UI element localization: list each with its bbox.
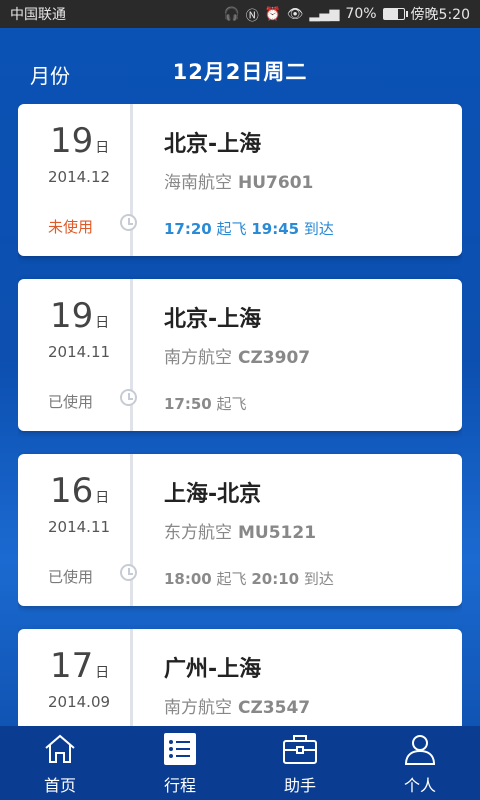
- clock-icon: [120, 214, 137, 231]
- card-divider: [130, 279, 133, 431]
- card-divider: [130, 629, 133, 728]
- tab-label: 行程: [163, 776, 196, 795]
- headset-icon: 🎧: [223, 6, 240, 22]
- signal-icon: ▂▄▆: [309, 6, 340, 22]
- trip-card[interactable]: 16 日 2014.11 已使用 上海-北京 东方航空 MU5121 18:00 起…: [18, 454, 462, 606]
- tab-label: 个人: [403, 776, 436, 795]
- trip-list[interactable]: 19 日 2014.12 未使用 北京-上海 海南航空 HU7601 17:20 起…: [18, 104, 462, 728]
- clock-icon: [120, 564, 137, 581]
- header: 月份 12月2日周二: [0, 28, 480, 104]
- trip-route: 上海-北京: [164, 482, 262, 507]
- trip-day: 19 日: [50, 296, 110, 336]
- tab-personal[interactable]: 个人: [360, 726, 480, 800]
- tab-label: 首页: [43, 776, 76, 795]
- trip-airline: 南方航空 CZ3547: [164, 698, 311, 718]
- tab-assistant[interactable]: 助手: [240, 726, 360, 800]
- tab-itinerary[interactable]: 行程: [120, 726, 240, 800]
- tab-label: 助手: [283, 776, 316, 795]
- battery-percent: 70%: [345, 6, 377, 22]
- trip-year-month: 2014.09: [48, 693, 111, 711]
- page-title: 12月2日周二: [172, 60, 308, 84]
- trip-times: 17:20 起飞 19:45 到达: [164, 220, 334, 238]
- trip-route: 北京-上海: [164, 307, 262, 332]
- itinerary-list-icon: [164, 733, 196, 765]
- battery-icon: [382, 8, 408, 20]
- trip-status: 未使用: [48, 218, 94, 236]
- trip-day: 16 日: [50, 471, 110, 511]
- carrier-name: 中国联通: [10, 7, 66, 23]
- eye-icon: 👁: [286, 6, 304, 22]
- trip-airline: 东方航空 MU5121: [164, 523, 317, 543]
- trip-day: 19 日: [50, 121, 110, 161]
- card-divider: [130, 104, 133, 256]
- alarm-icon: ⏰: [264, 6, 281, 22]
- status-bar: 中国联通 🎧 Ⓝ ⏰ 👁 ▂▄▆ 70% 傍晚5:20: [0, 0, 480, 28]
- trip-times: 17:50 起飞: [164, 395, 247, 413]
- trip-status: 已使用: [48, 568, 94, 586]
- briefcase-icon: [283, 735, 317, 764]
- clock-icon: [120, 389, 137, 406]
- trip-year-month: 2014.11: [48, 343, 111, 361]
- trip-airline: 南方航空 CZ3907: [164, 348, 311, 368]
- clock-time: 傍晚5:20: [410, 7, 470, 23]
- trip-year-month: 2014.11: [48, 518, 111, 536]
- trip-route: 广州-上海: [164, 657, 262, 682]
- bottom-tab-bar: 首页 行程 助手 个人: [0, 726, 480, 800]
- trip-year-month: 2014.12: [48, 168, 111, 186]
- trip-card[interactable]: 19 日 2014.11 已使用 北京-上海 南方航空 CZ3907 17:50 起…: [18, 279, 462, 431]
- home-icon: [45, 734, 75, 763]
- tab-home[interactable]: 首页: [0, 726, 120, 800]
- trip-airline: 海南航空 HU7601: [164, 173, 314, 193]
- trip-day: 17 日: [50, 646, 110, 686]
- trip-status: 已使用: [48, 393, 94, 411]
- trip-card[interactable]: 17 日 2014.09 广州-上海 南方航空 CZ3547: [18, 629, 462, 728]
- trip-times: 18:00 起飞 20:10 到达: [164, 570, 334, 588]
- card-divider: [130, 454, 133, 606]
- trip-route: 北京-上海: [164, 132, 262, 157]
- status-icons: 🎧 Ⓝ ⏰ 👁 ▂▄▆ 70% 傍晚5:20: [224, 4, 470, 24]
- nfc-icon: Ⓝ: [245, 8, 259, 24]
- trip-card[interactable]: 19 日 2014.12 未使用 北京-上海 海南航空 HU7601 17:20 起…: [18, 104, 462, 256]
- person-icon: [404, 735, 436, 765]
